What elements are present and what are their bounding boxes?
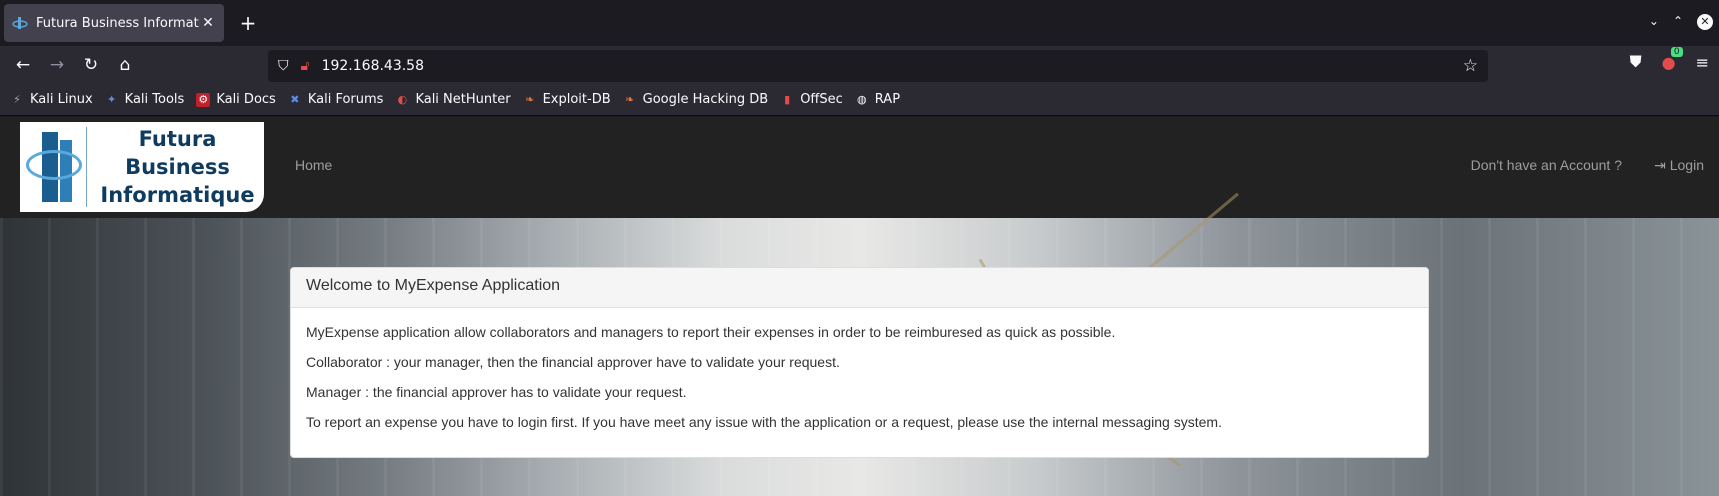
- bookmark-rap[interactable]: ◍ RAP: [855, 92, 900, 107]
- list-tabs-icon[interactable]: ⌄: [1649, 14, 1659, 30]
- url-text[interactable]: 192.168.43.58: [322, 58, 1463, 74]
- bookmark-kali-tools[interactable]: ✦ Kali Tools: [105, 92, 184, 107]
- kali-forums-icon: ✖: [290, 92, 300, 106]
- bookmark-kali-nethunter[interactable]: ◐ Kali NetHunter: [395, 92, 511, 107]
- login-paragraph: To report an expense you have to login f…: [306, 414, 1222, 430]
- site-logo[interactable]: Futura Business Informatique: [20, 122, 264, 212]
- close-window-icon[interactable]: ✕: [1697, 14, 1713, 30]
- extension-icon[interactable]: ● 0: [1662, 46, 1683, 72]
- panel-body: MyExpense application allow collaborator…: [291, 308, 1428, 456]
- kali-icon: ⚡︎: [13, 92, 21, 106]
- tab-strip: Futura Business Informatique ✕ + ⌄ ⌃ ✕: [0, 0, 1719, 46]
- tab-close-icon[interactable]: ✕: [200, 15, 216, 31]
- building-logo-icon: [20, 122, 86, 212]
- home-button[interactable]: ⌂: [108, 50, 142, 80]
- globe-icon: ◍: [856, 92, 867, 106]
- sign-in-icon: ⇥: [1654, 157, 1670, 173]
- nethunter-icon: ◐: [397, 92, 408, 106]
- nav-home-link[interactable]: Home: [295, 157, 332, 173]
- pocket-icon[interactable]: ⛊: [1630, 52, 1642, 72]
- panel-heading: Welcome to MyExpense Application: [291, 268, 1428, 308]
- intro-paragraph: MyExpense application allow collaborator…: [306, 324, 1116, 340]
- site-favicon-icon: [12, 17, 28, 29]
- insecure-lock-icon[interactable]: 🔓︎: [301, 58, 310, 74]
- manager-paragraph: Manager : the financial approver has to …: [306, 384, 687, 400]
- nav-login-link[interactable]: ⇥ Login: [1654, 157, 1704, 174]
- nav-signup-link[interactable]: Don't have an Account ?: [1471, 157, 1622, 173]
- reload-button[interactable]: ↻: [74, 50, 108, 80]
- tab-title: Futura Business Informatique: [36, 15, 200, 31]
- bookmark-offsec[interactable]: ▮ OffSec: [780, 92, 843, 107]
- menu-icon[interactable]: ≡: [1696, 53, 1709, 72]
- web-page: Futura Business Informatique Home Don't …: [0, 117, 1719, 496]
- toolbar-right: ⛊ ● 0 ≡: [1630, 46, 1709, 72]
- forward-button[interactable]: →: [40, 50, 74, 80]
- address-bar[interactable]: ⛉ 🔓︎ 192.168.43.58 ☆: [268, 50, 1488, 82]
- bookmarks-toolbar: ⚡︎ Kali Linux ✦ Kali Tools ⚙︎ Kali Docs ✖ Ka…: [0, 84, 1719, 116]
- downloads-badge: 0: [1670, 46, 1683, 57]
- welcome-panel: Welcome to MyExpense Application MyExpen…: [290, 267, 1429, 458]
- new-tab-button[interactable]: +: [236, 11, 260, 35]
- shield-icon[interactable]: ⛉: [278, 58, 289, 74]
- minimize-icon[interactable]: ⌃: [1673, 14, 1683, 30]
- offsec-icon: ▮: [784, 92, 791, 106]
- bookmark-kali-forums[interactable]: ✖ Kali Forums: [288, 92, 383, 107]
- ghdb-icon: ❧: [625, 92, 635, 106]
- bookmark-kali-linux[interactable]: ⚡︎ Kali Linux: [10, 92, 93, 107]
- browser-tab[interactable]: Futura Business Informatique ✕: [4, 4, 224, 42]
- logo-text: Futura Business Informatique: [100, 127, 255, 207]
- back-button[interactable]: ←: [6, 50, 40, 80]
- kali-docs-icon: ⚙︎: [196, 92, 211, 107]
- collaborator-paragraph: Collaborator : your manager, then the fi…: [306, 354, 840, 370]
- kali-tools-icon: ✦: [107, 92, 117, 106]
- bookmark-kali-docs[interactable]: ⚙︎ Kali Docs: [196, 92, 276, 107]
- exploitdb-icon: ❧: [524, 92, 535, 106]
- navigation-toolbar: ← → ↻ ⌂ ⛉ 🔓︎ 192.168.43.58 ☆ ⛊ ● 0 ≡: [0, 46, 1719, 84]
- bookmark-exploit-db[interactable]: ❧ Exploit-DB: [523, 92, 611, 107]
- bookmark-star-icon[interactable]: ☆: [1463, 56, 1478, 76]
- site-navbar: Futura Business Informatique Home Don't …: [0, 117, 1719, 218]
- window-controls: ⌄ ⌃ ✕: [1649, 14, 1713, 30]
- bookmark-google-hacking-db[interactable]: ❧ Google Hacking DB: [623, 92, 768, 107]
